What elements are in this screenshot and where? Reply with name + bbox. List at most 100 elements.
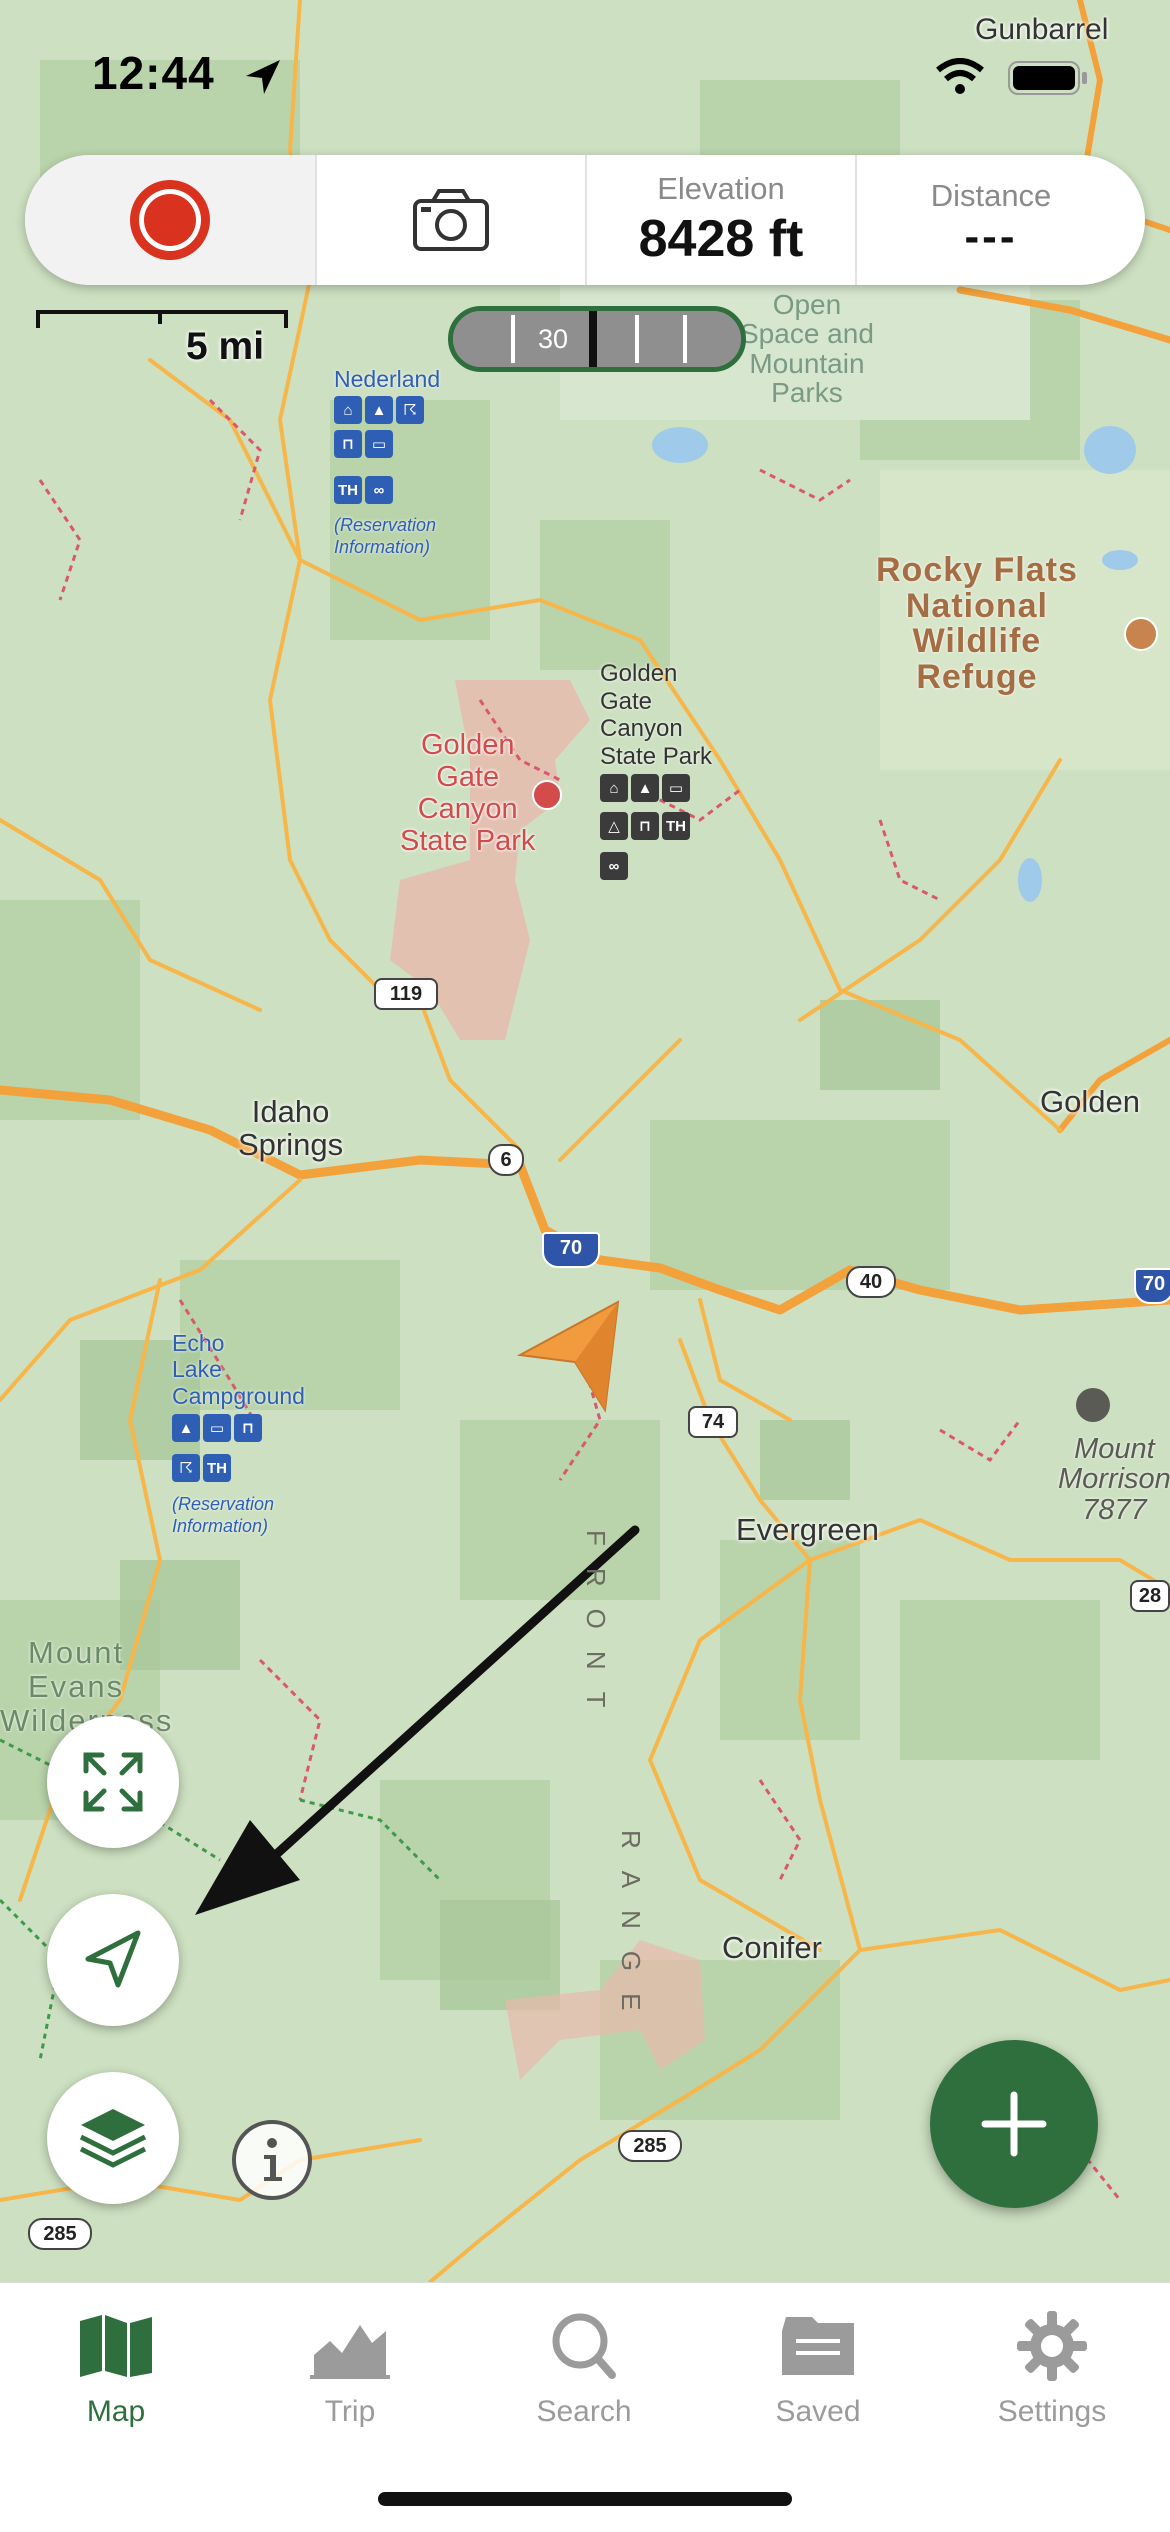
echo-amenity-icons-2: ☈ TH bbox=[172, 1454, 231, 1482]
open-space-line: Mountain bbox=[749, 347, 865, 379]
rocky-line: Refuge bbox=[916, 658, 1038, 697]
open-space-line: Parks bbox=[771, 377, 843, 409]
us-285-shield-2: 285 bbox=[28, 2218, 92, 2250]
nederland-reservation-info[interactable]: (Reservation Information) bbox=[334, 515, 436, 558]
echo-line: Lake bbox=[172, 1356, 222, 1383]
tab-label: Settings bbox=[997, 2395, 1107, 2428]
distance-stat: Distance --- bbox=[855, 155, 1125, 285]
highway-74-shield: 74 bbox=[688, 1406, 738, 1438]
reservation-line: Information) bbox=[334, 536, 431, 557]
wildlife-icon bbox=[1124, 617, 1158, 651]
ggc-red-line: Golden bbox=[420, 729, 515, 761]
navigation-arrow-icon bbox=[85, 1930, 141, 1988]
chart-icon bbox=[310, 2325, 390, 2379]
morrison-line: 7877 bbox=[1082, 1493, 1147, 1526]
camera-button[interactable] bbox=[315, 155, 585, 285]
add-button[interactable] bbox=[930, 2040, 1098, 2208]
tab-saved[interactable]: Saved bbox=[718, 2311, 918, 2429]
location-services-icon bbox=[246, 60, 280, 94]
tent-icon: ▲ bbox=[365, 396, 393, 424]
record-icon bbox=[130, 180, 210, 260]
highway-28-shield: 28 bbox=[1130, 1580, 1170, 1612]
plus-icon bbox=[981, 2091, 1047, 2157]
camera-icon bbox=[413, 189, 489, 251]
compass-heading-tape[interactable]: 30 bbox=[448, 306, 746, 372]
distance-value: --- bbox=[964, 212, 1018, 261]
rocky-line: Rocky Flats bbox=[876, 551, 1078, 589]
morrison-line: Mount bbox=[1074, 1433, 1155, 1465]
map-label-conifer: Conifer bbox=[722, 1930, 822, 1965]
hiker-icon: ☈ bbox=[396, 396, 424, 424]
record-button[interactable] bbox=[25, 155, 315, 285]
map-label-golden: Golden bbox=[1040, 1084, 1140, 1119]
status-time: 12:44 bbox=[92, 47, 215, 99]
trailhead-icon: TH bbox=[662, 812, 690, 840]
hiker-icon: ☈ bbox=[172, 1454, 200, 1482]
map-label-golden-gate-green: Golden Gate Canyon State Park bbox=[600, 660, 712, 770]
info-button[interactable] bbox=[232, 2120, 312, 2200]
ggc-red-line: Canyon bbox=[417, 792, 518, 825]
ggc-green-line: Gate bbox=[600, 687, 653, 715]
tent-icon: ▲ bbox=[172, 1414, 200, 1442]
map-label-open-space: Open Space and Mountain Parks bbox=[740, 290, 874, 408]
nederland-amenity-icons-3: TH ∞ bbox=[334, 476, 393, 504]
map-label-nederland: Nederland bbox=[334, 366, 441, 392]
map-scale-bar: 5 mi bbox=[36, 310, 288, 368]
evans-line: Mount bbox=[28, 1635, 125, 1670]
ggc-green-line: State Park bbox=[600, 742, 713, 770]
stats-panel: Elevation 8428 ft Distance --- bbox=[25, 155, 1145, 285]
rv-icon: ▭ bbox=[365, 430, 393, 458]
evans-line: Evans bbox=[28, 1669, 125, 1705]
us-6-shield: 6 bbox=[488, 1144, 524, 1176]
elevation-stat: Elevation 8428 ft bbox=[585, 155, 855, 285]
tab-label: Trip bbox=[324, 2395, 376, 2428]
highway-119-shield: 119 bbox=[374, 978, 438, 1010]
ggc-red-line: Gate bbox=[436, 760, 500, 793]
reservation-line: (Reservation bbox=[172, 1494, 275, 1514]
tab-settings[interactable]: Settings bbox=[952, 2311, 1152, 2429]
rocky-line: National bbox=[905, 586, 1048, 625]
tab-search[interactable]: Search bbox=[484, 2311, 684, 2429]
reservation-line: Information) bbox=[172, 1515, 269, 1536]
tab-trip[interactable]: Trip bbox=[250, 2311, 450, 2429]
locate-me-button[interactable] bbox=[47, 1894, 179, 2026]
nederland-amenity-icons: ⌂ ▲ ☈ bbox=[334, 396, 424, 424]
rv-icon: ▭ bbox=[662, 774, 690, 802]
gear-icon bbox=[1017, 2311, 1087, 2381]
map-label-rocky-flats: Rocky Flats National Wildlife Refuge bbox=[876, 551, 1078, 697]
echo-line: Campground bbox=[172, 1382, 305, 1409]
map-label-range: RANGE bbox=[616, 1830, 646, 2033]
layers-icon bbox=[79, 2109, 147, 2168]
tent-icon: ▲ bbox=[631, 774, 659, 802]
compass-ticks bbox=[453, 311, 741, 367]
ggc-green-line: Canyon bbox=[600, 715, 683, 743]
interstate-70-shield: 70 bbox=[542, 1232, 600, 1268]
folder-icon bbox=[782, 2317, 854, 2375]
tab-label: Map bbox=[86, 2395, 146, 2428]
trailhead-icon: TH bbox=[334, 476, 362, 504]
picnic-table-icon: ⊓ bbox=[234, 1414, 262, 1442]
map-layers-button[interactable] bbox=[47, 2072, 179, 2204]
binoculars-icon: ∞ bbox=[600, 852, 628, 880]
fullscreen-button[interactable] bbox=[47, 1716, 179, 1848]
map-label-golden-gate-red: Golden Gate Canyon State Park bbox=[400, 729, 535, 858]
reservation-line: (Reservation bbox=[334, 515, 437, 535]
echo-reservation-info[interactable]: (Reservation Information) bbox=[172, 1494, 274, 1537]
wifi-icon bbox=[936, 58, 984, 94]
cabin-icon: ⌂ bbox=[334, 396, 362, 424]
elevation-label: Elevation bbox=[657, 171, 785, 206]
rocky-line: Wildlife bbox=[912, 622, 1042, 661]
tab-label: Search bbox=[536, 2395, 632, 2428]
home-indicator bbox=[378, 2492, 792, 2506]
map-label-evergreen: Evergreen bbox=[736, 1512, 880, 1547]
us-40-shield: 40 bbox=[846, 1266, 896, 1298]
peak-icon bbox=[1076, 1388, 1110, 1422]
hiker-poi-icon bbox=[532, 780, 562, 810]
tab-map[interactable]: Map bbox=[16, 2311, 216, 2429]
open-space-line: Open bbox=[772, 289, 842, 320]
map-label-idaho-springs: Idaho Springs bbox=[238, 1094, 344, 1162]
idaho-line: Idaho bbox=[251, 1094, 330, 1129]
idaho-line: Springs bbox=[238, 1126, 344, 1162]
map-label-echo-lake: Echo Lake Campground bbox=[172, 1330, 305, 1409]
battery-icon bbox=[1008, 61, 1087, 95]
